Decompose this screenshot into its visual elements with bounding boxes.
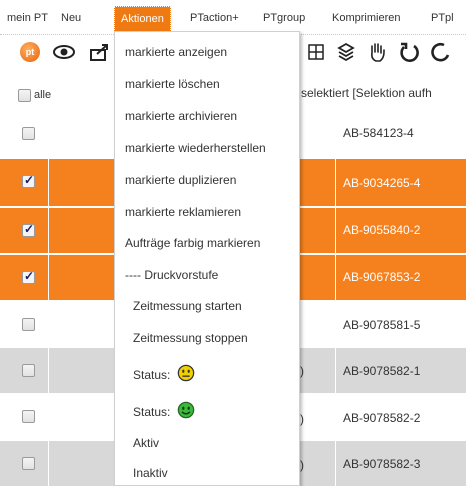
hand-icon[interactable] bbox=[364, 38, 390, 66]
neutral-face-icon bbox=[177, 364, 194, 382]
eye-icon[interactable] bbox=[50, 38, 78, 66]
order-id[interactable]: AB-9067853-2 bbox=[343, 270, 420, 284]
menu-aktionen[interactable]: Aktionen bbox=[114, 6, 171, 32]
row-checkbox[interactable] bbox=[22, 364, 35, 377]
row-checkbox[interactable] bbox=[22, 410, 35, 423]
menu-item-markierte-loeschen[interactable]: markierte löschen bbox=[125, 77, 220, 91]
selection-info[interactable]: selektiert [Selektion aufh bbox=[301, 86, 432, 100]
select-all-checkbox[interactable] bbox=[18, 89, 31, 102]
row-paren: ) bbox=[300, 458, 304, 472]
row-paren: ) bbox=[300, 364, 304, 378]
grid-icon[interactable] bbox=[304, 38, 328, 66]
aktionen-dropdown: markierte anzeigen markierte löschen mar… bbox=[114, 31, 300, 486]
row-checkbox[interactable] bbox=[22, 457, 35, 470]
menu-ptgroup[interactable]: PTgroup bbox=[263, 12, 305, 24]
menu-komprimieren[interactable]: Komprimieren bbox=[332, 12, 400, 24]
menu-ptaction-plus[interactable]: PTaction+ bbox=[190, 12, 239, 24]
order-id[interactable]: AB-9078582-3 bbox=[343, 457, 420, 471]
undo-icon[interactable] bbox=[396, 38, 422, 66]
menu-item-markierte-archivieren[interactable]: markierte archivieren bbox=[125, 109, 237, 123]
menu-item-status-neutral[interactable]: Status: bbox=[133, 364, 195, 382]
menu-item-zeitmessung-stoppen[interactable]: Zeitmessung stoppen bbox=[133, 331, 248, 345]
status-label: Status: bbox=[133, 405, 171, 419]
menu-item-druckvorstufe[interactable]: ---- Druckvorstufe bbox=[125, 268, 218, 282]
select-all-label: alle bbox=[34, 89, 52, 101]
order-id[interactable]: AB-9078582-1 bbox=[343, 364, 420, 378]
export-icon[interactable] bbox=[86, 38, 114, 66]
menu-item-status-happy[interactable]: Status: bbox=[133, 401, 195, 419]
row-checkbox[interactable] bbox=[22, 127, 35, 140]
row-checkbox[interactable] bbox=[22, 222, 35, 237]
smile-face-icon bbox=[177, 401, 194, 419]
menu-ptpl[interactable]: PTpl bbox=[431, 12, 454, 24]
row-checkbox[interactable] bbox=[22, 173, 35, 188]
order-id[interactable]: AB-9034265-4 bbox=[343, 176, 420, 190]
row-paren: ) bbox=[300, 412, 304, 426]
menu-item-aktiv[interactable]: Aktiv bbox=[133, 436, 159, 450]
menu-item-markierte-wiederherstellen[interactable]: markierte wiederherstellen bbox=[125, 141, 266, 155]
menu-item-farbig-markieren[interactable]: Aufträge farbig markieren bbox=[125, 236, 260, 250]
menu-item-markierte-duplizieren[interactable]: markierte duplizieren bbox=[125, 173, 236, 187]
redo-icon[interactable] bbox=[428, 38, 454, 66]
row-checkbox[interactable] bbox=[22, 318, 35, 331]
menu-neu[interactable]: Neu bbox=[61, 12, 81, 24]
order-id[interactable]: AB-584123-4 bbox=[343, 126, 414, 140]
pt-logo-icon[interactable]: pt bbox=[18, 38, 42, 66]
order-id[interactable]: AB-9078581-5 bbox=[343, 318, 420, 332]
menu-item-zeitmessung-starten[interactable]: Zeitmessung starten bbox=[133, 299, 242, 313]
order-id[interactable]: AB-9055840-2 bbox=[343, 223, 420, 237]
order-id[interactable]: AB-9078582-2 bbox=[343, 411, 420, 425]
menu-item-markierte-anzeigen[interactable]: markierte anzeigen bbox=[125, 45, 227, 59]
menu-item-markierte-reklamieren[interactable]: markierte reklamieren bbox=[125, 205, 241, 219]
stack-icon[interactable] bbox=[334, 38, 358, 66]
menu-item-inaktiv[interactable]: Inaktiv bbox=[133, 466, 168, 480]
row-checkbox[interactable] bbox=[22, 269, 35, 284]
status-label: Status: bbox=[133, 368, 171, 382]
menu-mein-pt[interactable]: mein PT bbox=[7, 12, 48, 24]
